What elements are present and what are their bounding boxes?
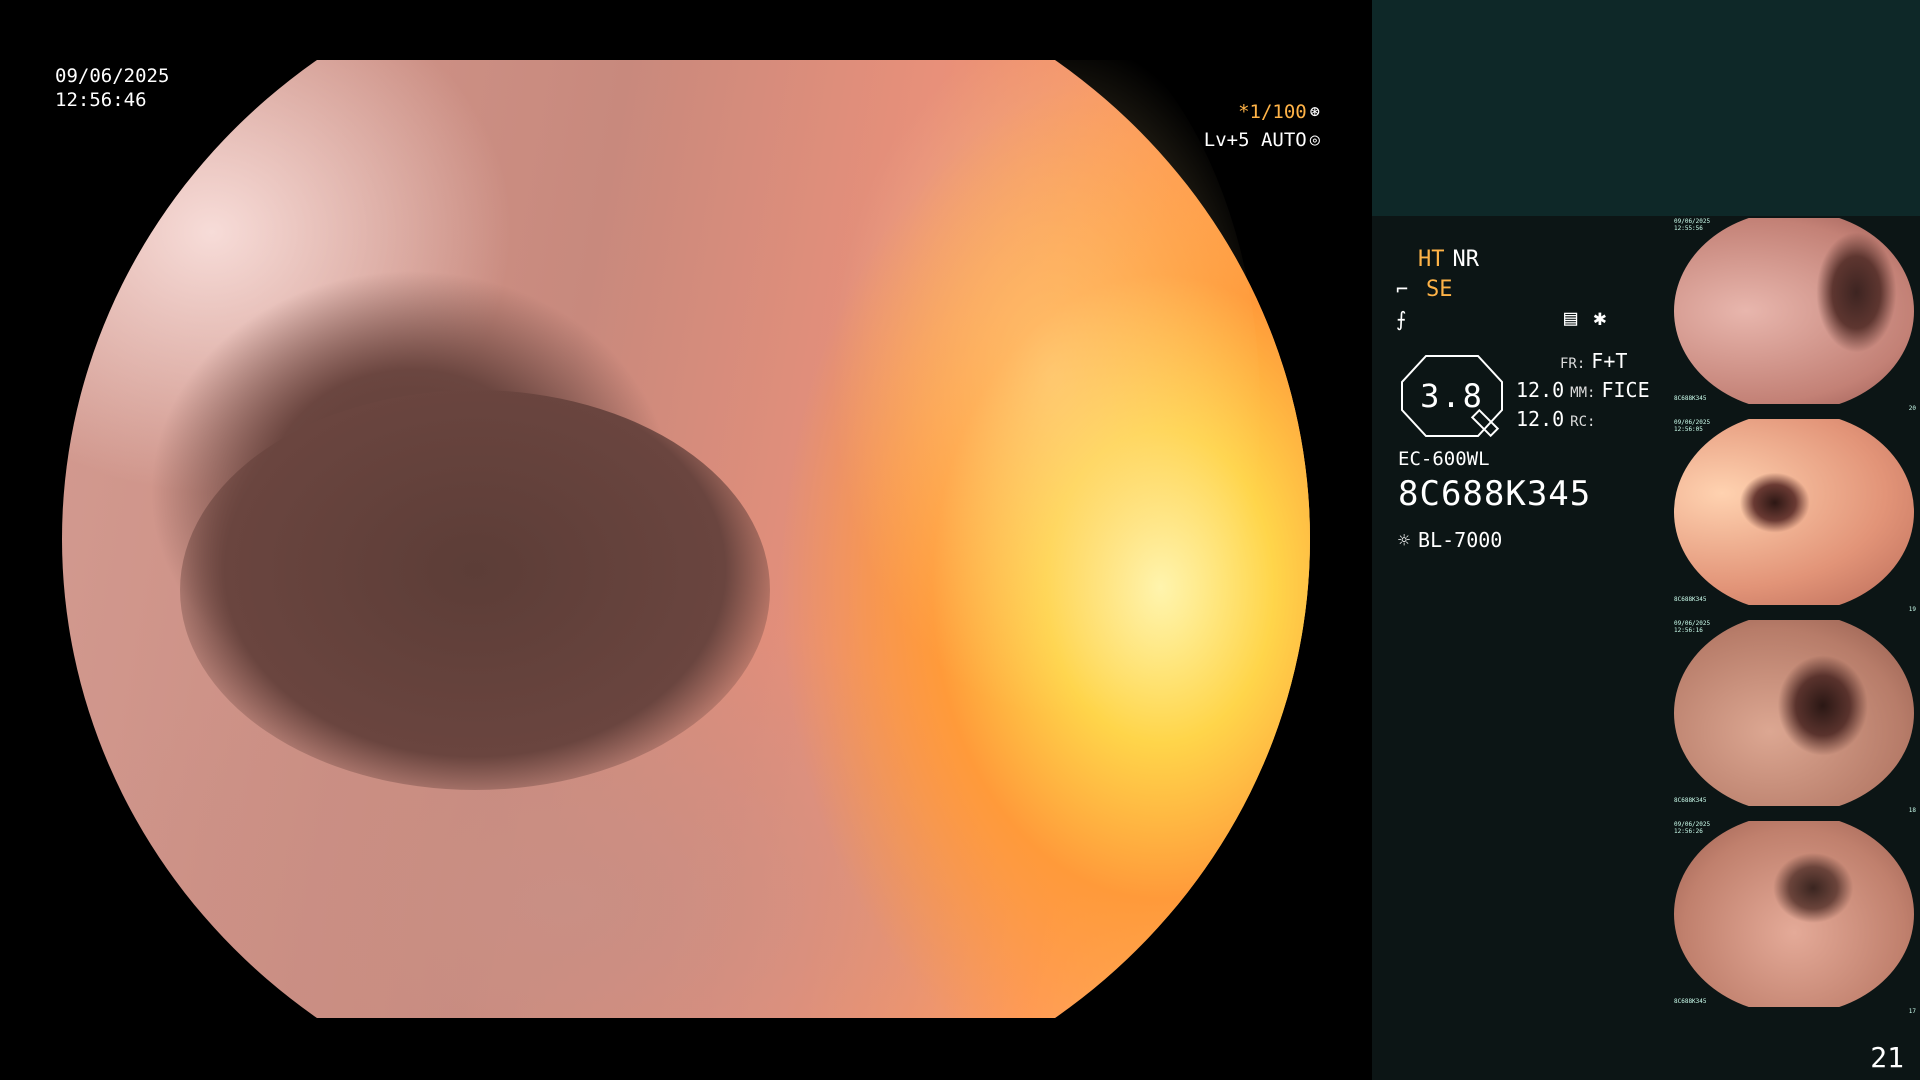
- light-reflection: [740, 60, 1260, 760]
- mm-tag: MM:: [1570, 385, 1596, 401]
- thumbnail-image: [1674, 821, 1914, 1007]
- gauge-value: 3.8: [1420, 377, 1484, 415]
- thumb-number: 19: [1908, 606, 1916, 613]
- asterisk-icon: ✱: [1593, 306, 1607, 331]
- thumbnail[interactable]: 09/06/2025 12:56:05 8C688K345 19: [1670, 417, 1920, 615]
- se-indicator: SE: [1426, 276, 1453, 302]
- thumb-number: 18: [1908, 807, 1916, 814]
- processing-settings: HT NR ⌐ SE ⨍: [1396, 244, 1479, 334]
- ht-indicator: HT: [1418, 246, 1445, 272]
- time-text: 12:56:46: [55, 89, 147, 111]
- light-source-label: BL-7000: [1418, 528, 1503, 552]
- fr-value: F+T: [1591, 349, 1628, 373]
- param-value-2: 12.0: [1516, 407, 1565, 431]
- light-source: ☼ BL-7000: [1398, 528, 1502, 552]
- settings-panel-icon: ▤: [1564, 306, 1578, 331]
- thumbnail[interactable]: 09/06/2025 12:55:56 8C688K345 20: [1670, 216, 1920, 414]
- thumb-number: 17: [1908, 1008, 1916, 1015]
- thumb-timestamp: 09/06/2025 12:55:56: [1674, 218, 1711, 232]
- param-value-1: 12.0: [1516, 378, 1565, 402]
- thumb-timestamp: 09/06/2025 12:56:26: [1674, 821, 1711, 835]
- scope-model: EC-600WL: [1398, 448, 1490, 470]
- exposure-info: *1/100 ⊛ Lv+5 AUTO ◎: [1204, 98, 1320, 154]
- image-count: 21: [1870, 1041, 1904, 1074]
- light-source-icon: ☼: [1398, 528, 1411, 552]
- panel-header-area: [1372, 0, 1920, 216]
- mm-value: FICE: [1601, 378, 1650, 402]
- date-text: 09/06/2025: [55, 65, 170, 87]
- nr-indicator: NR: [1452, 246, 1480, 272]
- thumb-serial: 8C688K345: [1674, 998, 1707, 1005]
- timestamp: 09/06/2025 12:56:46: [55, 64, 169, 112]
- fr-tag: FR:: [1560, 356, 1586, 372]
- thumbnail-image: [1674, 620, 1914, 806]
- thumbnail[interactable]: 09/06/2025 12:56:26 8C688K345 17: [1670, 819, 1920, 1017]
- info-panel: HT NR ⌐ SE ⨍ ▤ ✱ 3.8 FR: F+T 12.0 MM: FI…: [1372, 0, 1920, 1080]
- thumb-number: 20: [1908, 405, 1916, 412]
- iris-icon: ◎: [1309, 130, 1320, 150]
- thumbnail-image: [1674, 218, 1914, 404]
- scope-tip-icon: ⌐: [1396, 277, 1409, 301]
- thumbnail-image: [1674, 419, 1914, 605]
- rc-tag: RC:: [1570, 414, 1596, 430]
- parameter-list: FR: F+T 12.0 MM: FICE 12.0 RC:: [1516, 348, 1650, 435]
- zoom-icon: ⨍: [1396, 307, 1407, 331]
- setting-icons: ▤ ✱: [1564, 306, 1607, 331]
- thumb-serial: 8C688K345: [1674, 395, 1707, 402]
- endoscope-view: 09/06/2025 12:56:46 *1/100 ⊛ Lv+5 AUTO ◎: [0, 0, 1372, 1080]
- thumb-serial: 8C688K345: [1674, 797, 1707, 804]
- thumbnail[interactable]: 09/06/2025 12:56:16 8C688K345 18: [1670, 618, 1920, 816]
- brightness-level: Lv+5 AUTO: [1203, 129, 1307, 151]
- lumen-shadow: [180, 390, 770, 790]
- thumb-serial: 8C688K345: [1674, 596, 1707, 603]
- scope-serial: 8C688K345: [1398, 474, 1592, 514]
- thumbnail-strip: 09/06/2025 12:55:56 8C688K345 20 09/06/20…: [1670, 216, 1920, 1020]
- thumb-timestamp: 09/06/2025 12:56:05: [1674, 419, 1711, 433]
- thumb-timestamp: 09/06/2025 12:56:16: [1674, 620, 1711, 634]
- aperture-icon: ⊛: [1309, 102, 1320, 122]
- shutter-speed: *1/100: [1238, 101, 1307, 123]
